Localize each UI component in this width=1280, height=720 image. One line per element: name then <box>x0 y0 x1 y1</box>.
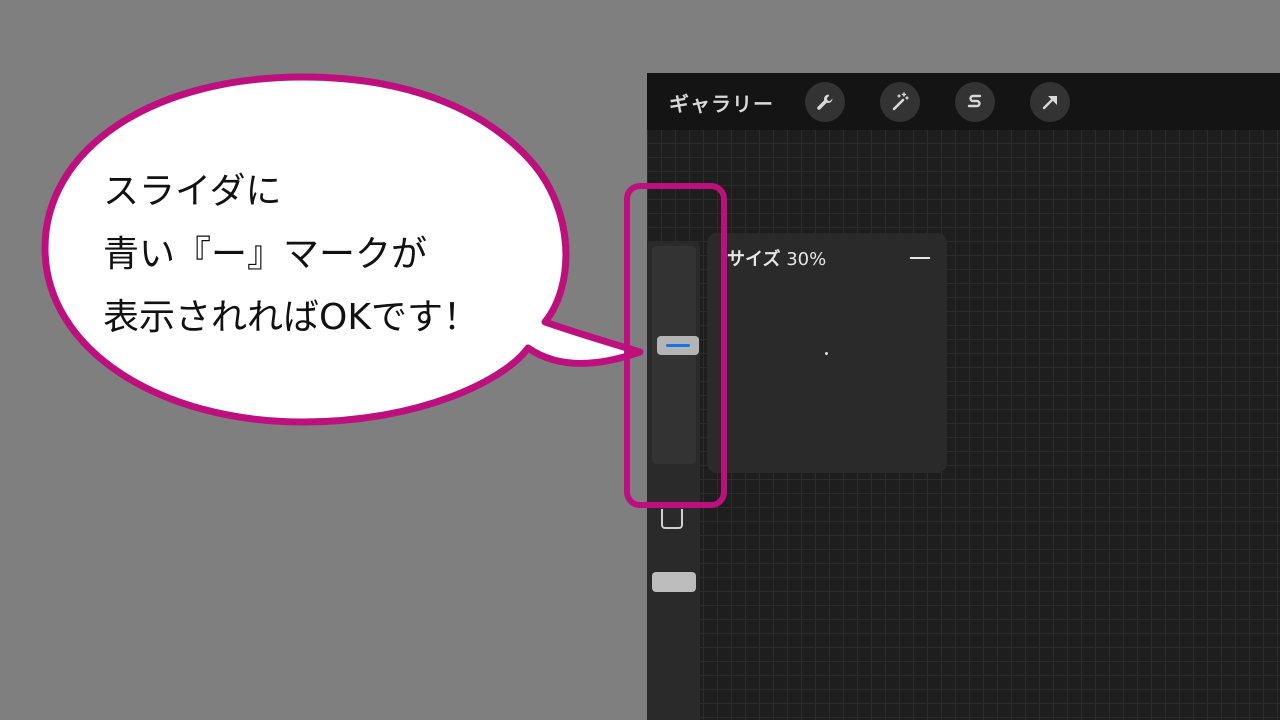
callout-line-1: スライダに <box>103 171 282 212</box>
callout-text: スライダに 青い『ー』マークが 表示されればOKです！ <box>103 160 563 349</box>
callout-line-2: 青い『ー』マークが <box>103 234 428 275</box>
callout-line-3: 表示されればOKです！ <box>103 297 479 338</box>
slider-highlight-box <box>624 183 727 508</box>
